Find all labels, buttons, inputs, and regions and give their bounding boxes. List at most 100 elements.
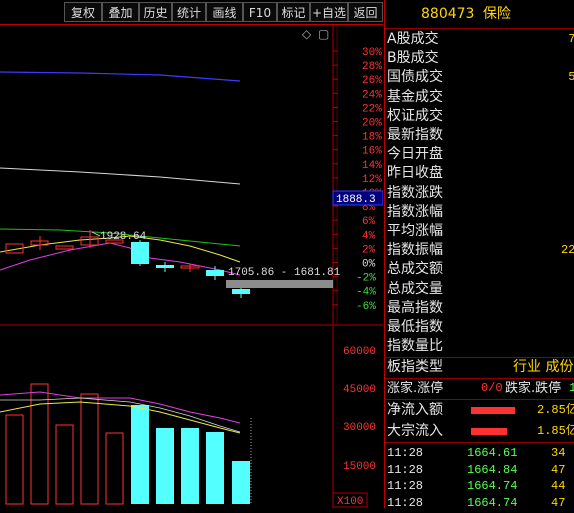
quote-row: 最新指数16: [387, 126, 443, 145]
updown-label: 涨家.涨停: [387, 381, 444, 396]
f10-button[interactable]: F10: [243, 2, 277, 22]
quote-label: 总成交量: [387, 280, 443, 297]
panel-title: 880473 保险: [385, 0, 574, 28]
quote-row: 总成交额37: [387, 260, 443, 279]
tick-time: 11:28: [387, 495, 424, 510]
quote-value: 37: [507, 260, 574, 279]
quote-label: 权证成交: [387, 107, 443, 124]
kline-chart[interactable]: ◇ ▢ 30%28%26%24%22%20%18%16%14%12%10%8%6…: [0, 25, 383, 508]
updown-value: 0/0: [481, 381, 503, 395]
quote-label: 今日开盘: [387, 146, 443, 163]
quote-label: 指数振幅: [387, 242, 443, 259]
quote-value: 16: [507, 145, 574, 164]
toolbar: 复权 叠加 历史 统计 画线 F10 标记 +自选 返回: [0, 0, 383, 25]
block-inflow-value: 1.85亿: [537, 424, 574, 438]
quote-value: -: [507, 203, 574, 222]
quote-label: 总成交额: [387, 261, 443, 278]
block-inflow-bar: [471, 428, 507, 435]
pct-tick: 16%: [362, 146, 382, 158]
vol-ma-magenta: [0, 391, 241, 424]
cursor-bar: [226, 280, 333, 288]
quote-row: 基金成交444: [387, 88, 443, 107]
down-label: 跌家.跌停: [505, 381, 562, 396]
fuquan-button[interactable]: 复权: [64, 2, 102, 22]
volume-bar: [105, 432, 124, 505]
quote-value: 22.93: [560, 243, 574, 258]
add-watchlist-button[interactable]: +自选: [310, 2, 348, 22]
stats-button[interactable]: 统计: [172, 2, 206, 22]
quote-panel: 880473 保险 A股成交7275B股成交2国债成交5873基金成交444权证…: [384, 0, 574, 510]
pct-axis: 30%28%26%24%22%20%18%16%14%12%10%8%6%4%2…: [333, 47, 382, 313]
quote-label: 最高指数: [387, 299, 443, 316]
quote-label: 国债成交: [387, 69, 443, 86]
quote-label: 指数涨跌: [387, 184, 443, 201]
volume-bar: [30, 383, 49, 505]
pct-tick: 28%: [362, 61, 382, 73]
candle: [206, 270, 224, 276]
quote-row: B股成交2: [387, 49, 439, 68]
vol-tick: 45000: [343, 384, 376, 396]
volume-axis: 60000 45000 30000 15000: [343, 346, 376, 473]
quote-label: 最新指数: [387, 127, 443, 143]
tick-price: 1664.74: [467, 495, 518, 510]
divider: [385, 399, 574, 400]
sector-value: 行业 成份: [513, 359, 574, 375]
pct-tick: 4%: [362, 230, 376, 242]
pct-tick: 30%: [362, 47, 382, 59]
quote-row: 昨日收盘17: [387, 164, 443, 183]
overlay-button[interactable]: 叠加: [102, 2, 139, 22]
quote-value: 17: [507, 164, 574, 183]
ma-line-blue: [0, 71, 241, 82]
volume-bar: [206, 432, 224, 504]
pct-tick: 20%: [362, 118, 382, 130]
pct-tick: -4%: [356, 287, 376, 299]
index-code: 880473: [421, 6, 475, 22]
quote-value: 5873: [568, 70, 574, 85]
diamond-icon[interactable]: ◇: [302, 27, 312, 41]
pct-tick: 26%: [362, 75, 382, 87]
history-button[interactable]: 历史: [139, 2, 172, 22]
ma-line-magenta: [0, 242, 241, 276]
volume-bar: [5, 414, 24, 505]
quote-row: 总成交量10: [387, 280, 443, 299]
candle: [156, 265, 174, 268]
divider: [385, 442, 574, 443]
quote-value: 7275: [568, 32, 574, 46]
quote-value: 10: [507, 280, 574, 299]
quote-value: 16: [507, 318, 574, 337]
quote-row: 平均涨幅-: [387, 222, 443, 241]
quote-value: 444: [507, 88, 574, 107]
quote-label: 基金成交: [387, 88, 443, 105]
sector-label: 板指类型: [387, 359, 443, 375]
vol-tick: 60000: [343, 346, 376, 358]
volume-bar: [55, 424, 74, 505]
pct-tick: 2%: [362, 244, 376, 256]
quote-label: 最低指数: [387, 319, 443, 335]
volume-bar: [156, 428, 174, 504]
quote-row: 指数振幅 22.93: [387, 241, 574, 260]
block-inflow-label: 大宗流入: [387, 423, 443, 439]
mark-button[interactable]: 标记: [277, 2, 310, 22]
net-inflow-label: 净流入额: [387, 402, 443, 418]
draw-line-button[interactable]: 画线: [206, 2, 243, 22]
quote-value: 16: [507, 299, 574, 318]
square-icon[interactable]: ▢: [318, 27, 329, 41]
volume-bar: [131, 405, 149, 504]
quote-label: 昨日收盘: [387, 165, 443, 182]
quote-value: 16: [507, 126, 574, 145]
volume-bar: [232, 461, 250, 504]
quote-label: 指数量比: [387, 338, 443, 355]
quote-row: 最高指数16: [387, 299, 443, 318]
vol-unit: X100: [337, 496, 363, 508]
back-button[interactable]: 返回: [348, 2, 383, 22]
pct-tick: -6%: [356, 301, 376, 313]
vol-ma-yellow: [0, 401, 241, 434]
pct-tick: 12%: [362, 174, 382, 186]
net-inflow-row: 净流入额 2.85亿: [387, 401, 574, 420]
quote-row: 国债成交 5873: [387, 68, 574, 87]
volume-bar: [181, 428, 199, 504]
block-inflow-row: 大宗流入 1.85亿: [387, 422, 574, 441]
high-annotation: 1928.64: [100, 231, 147, 243]
volume-bar: [80, 393, 99, 505]
down-value: 1: [569, 381, 574, 395]
